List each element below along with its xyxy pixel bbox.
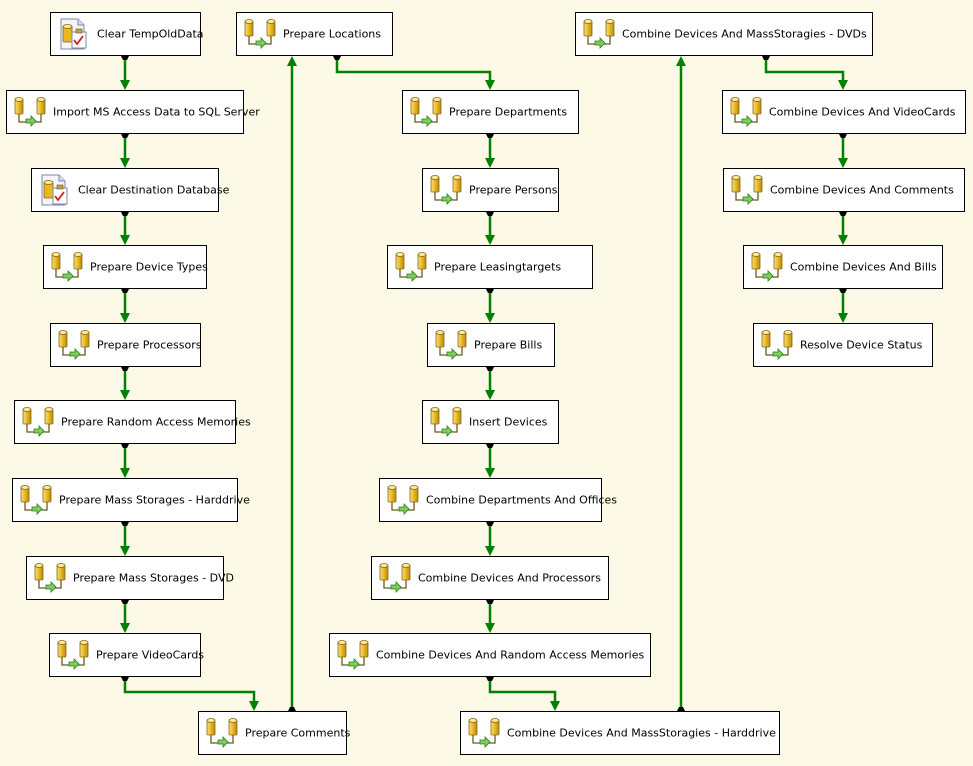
task-prepare-mass-storages-harddrive[interactable]: Prepare Mass Storages - Harddrive bbox=[12, 478, 250, 522]
success-constraint-arrow[interactable] bbox=[120, 289, 130, 323]
task-label: Combine Devices And VideoCards bbox=[769, 105, 956, 119]
task-label: Prepare Random Access Memories bbox=[61, 415, 251, 429]
task-label: Combine Devices And Processors bbox=[418, 571, 601, 585]
task-combine-devices-and-videocards[interactable]: Combine Devices And VideoCards bbox=[722, 90, 966, 134]
task-label: Combine Devices And MassStoragies - DVDs bbox=[622, 27, 867, 41]
success-constraint-arrow[interactable] bbox=[287, 56, 297, 711]
task-prepare-leasingtargets[interactable]: Prepare Leasingtargets bbox=[387, 245, 593, 289]
success-constraint-arrow[interactable] bbox=[120, 212, 130, 245]
success-constraint-arrow[interactable] bbox=[485, 367, 495, 400]
task-label: Clear Destination Database bbox=[78, 183, 230, 197]
task-prepare-mass-storages-dvd[interactable]: Prepare Mass Storages - DVD bbox=[26, 556, 234, 600]
success-constraint-arrow[interactable] bbox=[120, 600, 130, 633]
success-constraint-arrow[interactable] bbox=[120, 444, 130, 478]
task-label: Combine Departments And Offices bbox=[426, 493, 618, 507]
task-label: Prepare VideoCards bbox=[96, 648, 205, 662]
task-label: Prepare Processors bbox=[97, 338, 202, 352]
success-constraint-arrow[interactable] bbox=[485, 600, 495, 633]
success-constraint-arrow[interactable] bbox=[120, 367, 130, 400]
success-constraint-arrow[interactable] bbox=[120, 56, 130, 90]
success-constraint-arrow[interactable] bbox=[120, 134, 130, 168]
task-combine-devices-and-massstoragies-harddrive[interactable]: Combine Devices And MassStoragies - Hard… bbox=[460, 711, 780, 755]
task-label: Combine Devices And MassStoragies - Hard… bbox=[507, 726, 776, 740]
task-clear-destination-database[interactable]: Clear Destination Database bbox=[31, 168, 229, 212]
success-constraint-arrow[interactable] bbox=[485, 444, 495, 478]
success-constraint-arrow[interactable] bbox=[120, 522, 130, 556]
task-label: Prepare Departments bbox=[449, 105, 568, 119]
success-constraint-arrow[interactable] bbox=[485, 134, 495, 168]
task-prepare-bills[interactable]: Prepare Bills bbox=[427, 323, 555, 367]
task-label: Prepare Leasingtargets bbox=[434, 260, 562, 274]
success-constraint-arrow[interactable] bbox=[485, 522, 495, 556]
success-constraint-arrow[interactable] bbox=[838, 134, 848, 168]
task-label: Combine Devices And Bills bbox=[790, 260, 937, 274]
task-prepare-persons[interactable]: Prepare Persons bbox=[422, 168, 559, 212]
task-prepare-device-types[interactable]: Prepare Device Types bbox=[43, 245, 208, 289]
success-constraint-arrow[interactable] bbox=[838, 212, 848, 245]
success-constraint-arrow[interactable] bbox=[838, 289, 848, 323]
task-import-ms-access-data-to-sql-server[interactable]: Import MS Access Data to SQL Server bbox=[6, 90, 260, 134]
success-constraint-arrow[interactable] bbox=[485, 289, 495, 323]
success-constraint-arrow[interactable] bbox=[762, 56, 848, 90]
task-prepare-processors[interactable]: Prepare Processors bbox=[50, 323, 201, 367]
success-constraint-arrow[interactable] bbox=[333, 56, 495, 90]
task-label: Prepare Locations bbox=[283, 27, 382, 41]
task-insert-devices[interactable]: Insert Devices bbox=[422, 400, 559, 444]
task-label: Prepare Comments bbox=[245, 726, 351, 740]
success-constraint-arrow[interactable] bbox=[486, 677, 560, 711]
success-constraint-arrow[interactable] bbox=[485, 212, 495, 245]
task-prepare-departments[interactable]: Prepare Departments bbox=[402, 90, 579, 134]
task-label: Insert Devices bbox=[469, 415, 548, 429]
task-combine-devices-and-bills[interactable]: Combine Devices And Bills bbox=[743, 245, 943, 289]
success-constraint-arrow[interactable] bbox=[676, 56, 686, 711]
task-combine-devices-and-random-access-memories[interactable]: Combine Devices And Random Access Memori… bbox=[329, 633, 651, 677]
task-prepare-locations[interactable]: Prepare Locations bbox=[236, 12, 393, 56]
task-combine-devices-and-massstoragies-dvds[interactable]: Combine Devices And MassStoragies - DVDs bbox=[575, 12, 873, 56]
task-label: Import MS Access Data to SQL Server bbox=[53, 105, 260, 119]
task-clear-tempolddata[interactable]: Clear TempOldData bbox=[50, 12, 204, 56]
task-resolve-device-status[interactable]: Resolve Device Status bbox=[753, 323, 933, 367]
task-label: Combine Devices And Comments bbox=[770, 183, 954, 197]
task-prepare-comments[interactable]: Prepare Comments bbox=[198, 711, 351, 755]
task-prepare-random-access-memories[interactable]: Prepare Random Access Memories bbox=[14, 400, 251, 444]
task-label: Prepare Device Types bbox=[90, 260, 208, 274]
task-label: Prepare Persons bbox=[469, 183, 558, 197]
task-label: Prepare Bills bbox=[474, 338, 543, 352]
task-prepare-videocards[interactable]: Prepare VideoCards bbox=[49, 633, 205, 677]
task-label: Prepare Mass Storages - DVD bbox=[73, 571, 234, 585]
success-constraint-arrow[interactable] bbox=[121, 677, 259, 711]
task-label: Prepare Mass Storages - Harddrive bbox=[59, 493, 250, 507]
task-label: Combine Devices And Random Access Memori… bbox=[376, 648, 645, 662]
task-combine-departments-and-offices[interactable]: Combine Departments And Offices bbox=[379, 478, 617, 522]
task-combine-devices-and-processors[interactable]: Combine Devices And Processors bbox=[371, 556, 609, 600]
task-combine-devices-and-comments[interactable]: Combine Devices And Comments bbox=[723, 168, 965, 212]
task-label: Resolve Device Status bbox=[800, 338, 923, 352]
task-label: Clear TempOldData bbox=[97, 27, 204, 41]
